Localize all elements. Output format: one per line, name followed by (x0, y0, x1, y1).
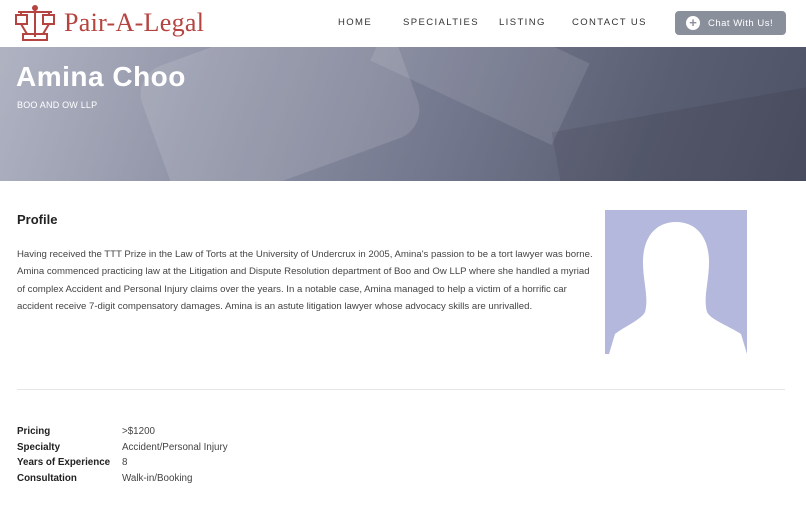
hero-banner: Amina Choo BOO AND OW LLP (0, 47, 806, 181)
nav-home[interactable]: HOME (338, 17, 372, 28)
detail-label: Years of Experience (17, 457, 111, 468)
profile-photo (605, 210, 747, 354)
profile-description: Having received the TTT Prize in the Law… (17, 249, 593, 313)
chat-button-label: Chat With Us! (708, 17, 774, 29)
profile-heading: Profile (17, 212, 58, 227)
nav-listing[interactable]: LISTING (499, 17, 546, 28)
detail-value: Accident/Personal Injury (122, 442, 228, 453)
logo-text: Pair-A-Legal (64, 8, 205, 37)
lawyer-name: Amina Choo (16, 61, 186, 92)
chat-with-us-button[interactable]: + Chat With Us! (675, 11, 786, 35)
nav-contact-us[interactable]: CONTACT US (572, 17, 647, 28)
scales-logo-icon (15, 4, 55, 42)
logo[interactable]: Pair-A-Legal (15, 4, 204, 42)
hero-background-shape (551, 83, 806, 181)
detail-value: Walk-in/Booking (122, 473, 193, 484)
detail-label: Specialty (17, 442, 61, 453)
firm-name: BOO AND OW LLP (17, 100, 98, 110)
detail-label: Consultation (17, 473, 77, 484)
detail-label: Pricing (17, 426, 51, 437)
detail-value: 8 (122, 457, 128, 468)
person-silhouette-icon (609, 222, 747, 354)
site-header: Pair-A-Legal HOME SPECIALTIES LISTING CO… (0, 0, 806, 47)
section-divider (17, 389, 785, 390)
nav-specialties[interactable]: SPECIALTIES (403, 17, 479, 28)
plus-circle-icon: + (686, 16, 700, 30)
detail-value: >$1200 (122, 426, 155, 437)
